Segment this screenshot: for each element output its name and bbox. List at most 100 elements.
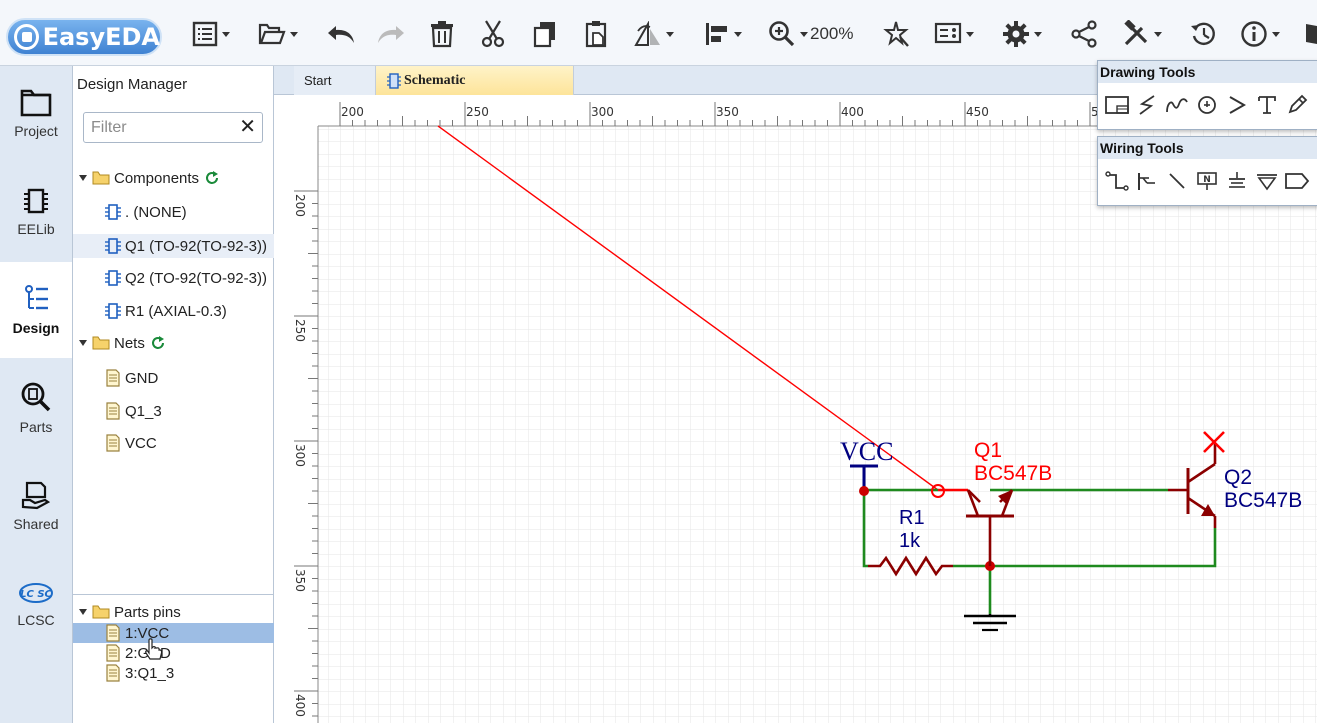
lightning-icon[interactable] [1134, 93, 1160, 117]
tree-label: VCC [125, 434, 157, 452]
tree-item-component[interactable]: R1 (AXIAL-0.3) [73, 299, 274, 323]
component-icon [105, 204, 121, 220]
filter-input[interactable] [91, 118, 231, 137]
bus-icon[interactable] [1134, 169, 1160, 193]
history-button[interactable] [1190, 17, 1218, 51]
open-folder-icon [258, 23, 286, 45]
svg-text:N: N [1203, 175, 1211, 185]
delete-button[interactable] [430, 17, 454, 51]
rail-item-parts[interactable]: Parts [0, 360, 72, 456]
tree-item-pin[interactable]: 1:VCC [73, 623, 274, 643]
tree-item-component[interactable]: Q1 (TO-92(TO-92-3)) [73, 234, 274, 258]
share-button[interactable] [1070, 17, 1098, 51]
ruler-y-label: 400 [293, 694, 307, 717]
info-button[interactable] [1240, 17, 1280, 51]
refresh-icon[interactable] [203, 169, 221, 187]
frame-icon[interactable] [1104, 93, 1130, 117]
palette-title[interactable]: Drawing Tools [1098, 61, 1317, 83]
panel-title: Design Manager [77, 76, 188, 93]
gnd-arrow-icon[interactable] [1254, 169, 1280, 193]
expand-triangle-icon[interactable] [79, 609, 87, 615]
rail-item-shared[interactable]: Shared [0, 458, 72, 554]
align-left-icon [706, 23, 727, 45]
tools-button[interactable] [1122, 17, 1162, 51]
wizard-button[interactable] [882, 17, 910, 51]
tree-label: Nets [114, 334, 145, 352]
ruler-y-label: 300 [293, 444, 307, 467]
pin-document-icon [106, 624, 120, 642]
tab-start[interactable]: Start [294, 66, 376, 95]
zoom-button[interactable]: 200% [768, 17, 853, 51]
tree-label: GND [125, 369, 159, 387]
tree-label: Parts pins [114, 603, 181, 621]
tree-item-net[interactable]: VCC [73, 431, 274, 455]
board-button[interactable] [934, 17, 974, 51]
line-icon[interactable] [1164, 169, 1190, 193]
folder-icon [92, 171, 110, 185]
circle-plus-icon[interactable] [1194, 93, 1220, 117]
refresh-icon[interactable] [149, 334, 167, 352]
tree-node-components[interactable]: Components [79, 166, 280, 190]
rail-item-lcsc[interactable]: LC SC LCSC [0, 556, 72, 652]
share-icon [1071, 20, 1097, 48]
undo-icon [328, 26, 354, 43]
redo-button[interactable] [376, 17, 406, 51]
shared-hand-icon [21, 481, 51, 510]
folder-icon [92, 336, 110, 350]
component-icon [105, 238, 121, 254]
filter-box: ✕ [83, 112, 263, 143]
copy-icon [533, 22, 555, 48]
pin-document-icon [106, 644, 120, 662]
tree-item-pin[interactable]: 2:GND [73, 643, 274, 663]
palette-title[interactable]: Wiring Tools [1098, 137, 1317, 159]
wire-icon[interactable] [1104, 169, 1130, 193]
rail-item-label: Project [14, 123, 58, 139]
expand-triangle-icon[interactable] [79, 175, 87, 181]
expand-triangle-icon[interactable] [79, 340, 87, 346]
tree-node-nets[interactable]: Nets [79, 331, 280, 355]
svg-text:LC SC: LC SC [20, 589, 52, 600]
align-button[interactable] [704, 17, 742, 51]
document-menu-button[interactable] [192, 17, 230, 51]
tree-item-component[interactable]: Q2 (TO-92(TO-92-3)) [73, 266, 274, 290]
ruler-x-label: 450 [966, 105, 989, 119]
paste-button[interactable] [584, 17, 610, 51]
ground-icon[interactable] [1224, 169, 1250, 193]
copy-button[interactable] [532, 17, 558, 51]
cut-button[interactable] [480, 17, 506, 51]
port-icon[interactable] [1284, 169, 1310, 193]
settings-button[interactable] [1002, 17, 1042, 51]
net-document-icon [106, 402, 120, 420]
rail-item-design[interactable]: Design [0, 262, 72, 358]
rail-item-project[interactable]: Project [0, 66, 72, 162]
rotate-flip-button[interactable] [634, 17, 674, 51]
more-button[interactable] [1306, 17, 1317, 51]
undo-button[interactable] [326, 17, 356, 51]
junction-dot[interactable] [859, 486, 869, 496]
wiring-tools-palette: Wiring Tools N [1097, 136, 1317, 206]
circuit-board-icon [934, 22, 962, 44]
pencil-icon[interactable] [1284, 93, 1310, 117]
chevron-icon[interactable] [1224, 93, 1250, 117]
chevron-down-icon [290, 31, 298, 37]
tree-label: Components [114, 169, 200, 187]
easyeda-logo: EasyEDA [6, 18, 162, 56]
tab-schematic[interactable]: Schematic [376, 66, 574, 95]
tree-node-parts-pins[interactable]: Parts pins [79, 601, 280, 623]
rail-item-eelib[interactable]: EELib [0, 164, 72, 260]
clear-filter-icon[interactable]: ✕ [239, 117, 256, 137]
trash-icon [431, 21, 453, 48]
tree-item-pin[interactable]: 3:Q1_3 [73, 663, 274, 683]
tree-label: Q1_3 [125, 402, 162, 420]
panel-divider[interactable] [73, 594, 274, 595]
text-icon[interactable] [1254, 93, 1280, 117]
net-label-icon[interactable]: N [1194, 169, 1220, 193]
tree-item-net[interactable]: GND [73, 366, 274, 390]
redo-icon [378, 26, 404, 43]
tree-item-component[interactable]: . (NONE) [73, 200, 274, 224]
tree-item-net[interactable]: Q1_3 [73, 399, 274, 423]
arc-icon[interactable] [1164, 93, 1190, 117]
net-document-icon [106, 369, 120, 387]
open-folder-button[interactable] [258, 17, 298, 51]
chip-icon [24, 188, 48, 214]
